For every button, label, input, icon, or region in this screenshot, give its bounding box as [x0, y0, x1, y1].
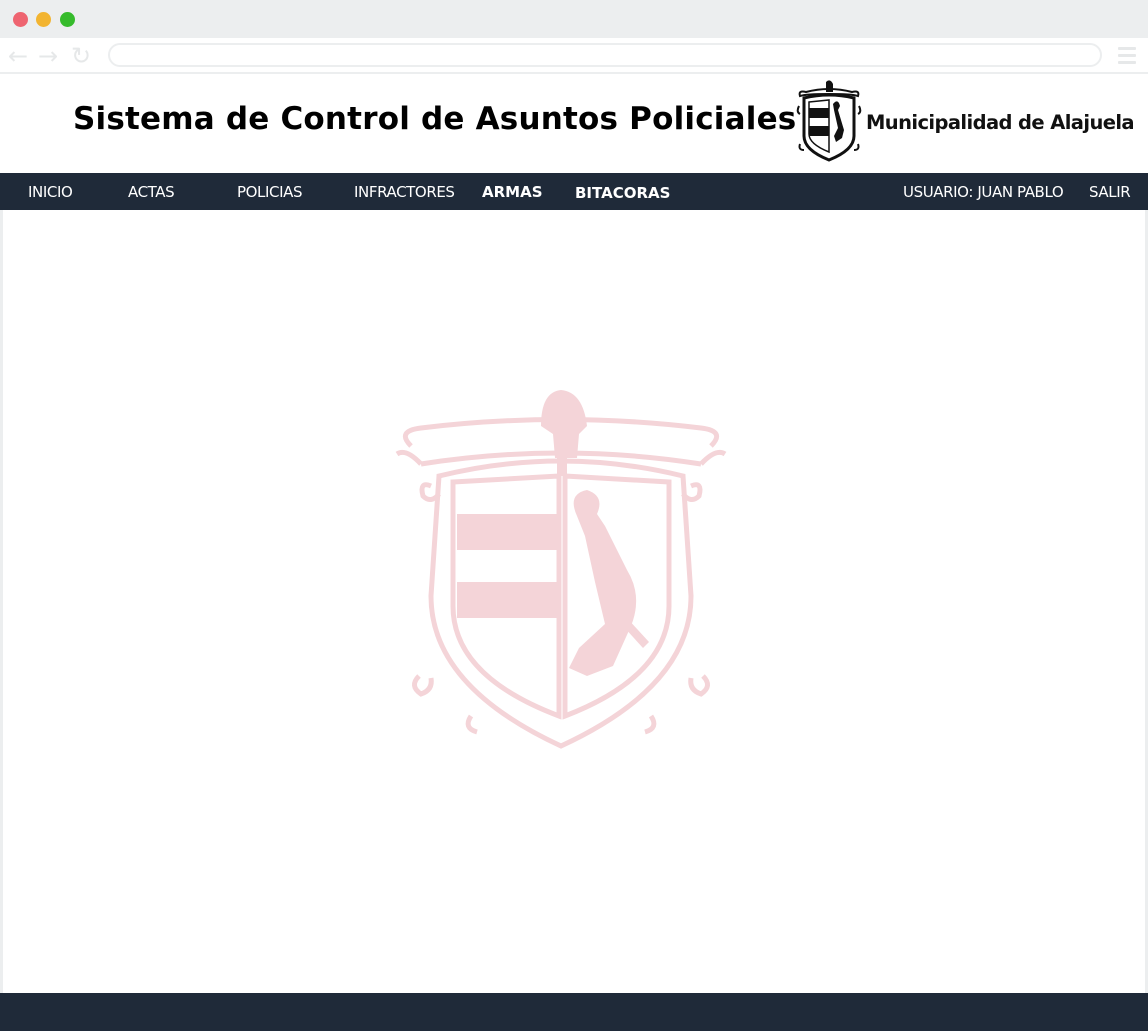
municipality-logo-text: Municipalidad de Alajuela — [866, 111, 1135, 134]
maximize-window-button[interactable] — [60, 12, 75, 27]
user-label: USUARIO: JUAN PABLO — [903, 183, 1064, 201]
browser-titlebar — [0, 0, 1148, 38]
main-content — [0, 210, 1148, 993]
back-arrow-icon[interactable]: ← — [8, 42, 28, 70]
nav-item-inicio[interactable]: INICIO — [28, 183, 73, 201]
logout-link[interactable]: SALIR — [1089, 183, 1131, 201]
nav-item-actas[interactable]: ACTAS — [128, 183, 175, 201]
reload-icon[interactable]: ↻ — [71, 42, 91, 70]
app-header: Sistema de Control de Asuntos Policiales… — [0, 74, 1148, 173]
address-bar[interactable] — [108, 43, 1102, 67]
browser-toolbar: ← → ↻ — [0, 38, 1148, 74]
hamburger-menu-icon[interactable] — [1118, 47, 1136, 65]
close-window-button[interactable] — [13, 12, 28, 27]
nav-item-infractores[interactable]: INFRACTORES — [354, 183, 455, 201]
forward-arrow-icon[interactable]: → — [38, 42, 58, 70]
coat-of-arms-watermark-icon — [395, 390, 727, 749]
coat-of-arms-icon — [796, 80, 862, 162]
main-navbar: INICIO ACTAS POLICIAS INFRACTORES ARMAS … — [0, 173, 1148, 210]
page-footer — [0, 993, 1148, 1031]
nav-item-armas[interactable]: ARMAS — [482, 183, 543, 201]
nav-item-policias[interactable]: POLICIAS — [237, 183, 303, 201]
nav-item-bitacoras[interactable]: BITACORAS — [575, 184, 670, 202]
page-title: Sistema de Control de Asuntos Policiales — [73, 101, 797, 137]
minimize-window-button[interactable] — [36, 12, 51, 27]
